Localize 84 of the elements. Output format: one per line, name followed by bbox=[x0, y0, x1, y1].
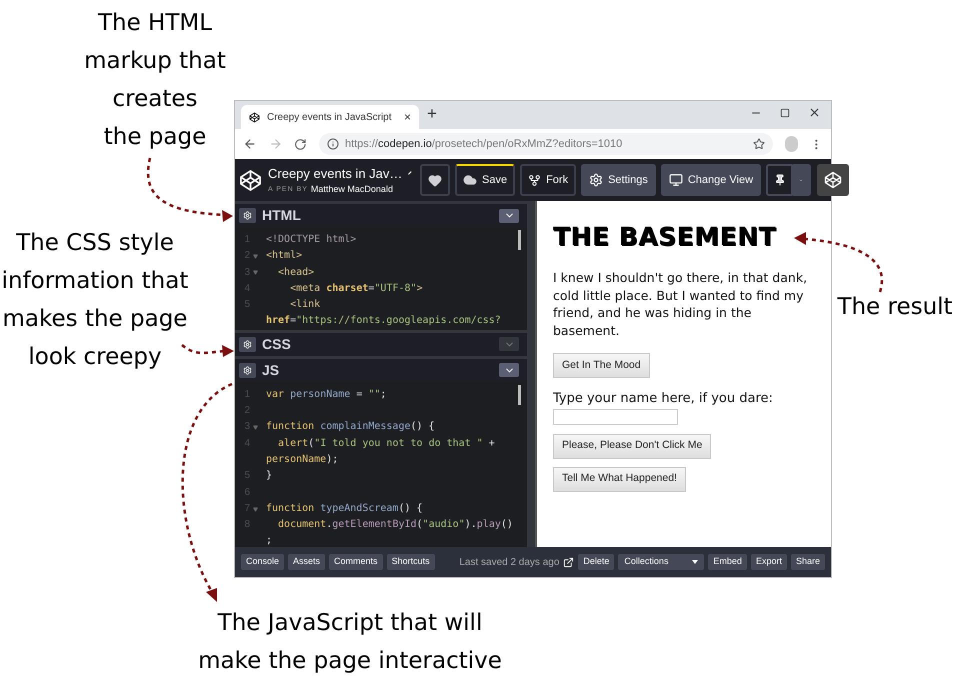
code-line: personName); bbox=[266, 452, 338, 467]
code-line: var personName = ""; bbox=[266, 388, 386, 402]
scrollbar[interactable] bbox=[518, 384, 521, 405]
code-line: document.getElementById("audio").play() bbox=[277, 518, 513, 532]
url-text: https://codepen.io/prosetech/pen/oRxMmZ?editors=1010 bbox=[344, 136, 622, 152]
code-line: } bbox=[266, 469, 272, 484]
pen-title[interactable]: Creepy events in Jav… bbox=[268, 164, 402, 183]
close-icon[interactable] bbox=[808, 106, 821, 119]
settings-icon bbox=[243, 366, 252, 375]
user-avatar[interactable] bbox=[817, 164, 850, 196]
codepen-logo-icon bbox=[249, 112, 260, 122]
page-button[interactable]: Tell Me What Happened! bbox=[553, 466, 686, 492]
close-tab-button[interactable]: × bbox=[404, 108, 411, 126]
settings-icon bbox=[589, 173, 604, 187]
footer-button[interactable]: Console bbox=[241, 554, 284, 570]
code-line: ; bbox=[266, 534, 272, 547]
annotation-text: The result bbox=[836, 293, 954, 322]
tab-title: Creepy events in JavaScript bbox=[267, 110, 392, 124]
cloud-icon bbox=[463, 173, 477, 187]
code-line: <meta charset="UTF-8"> bbox=[289, 282, 423, 296]
scrollbar[interactable] bbox=[518, 230, 521, 250]
annotation-text: The JavaScript that will make the page interactive bbox=[197, 609, 503, 676]
editor-title: HTML bbox=[262, 206, 301, 225]
address-bar[interactable]: https://codepen.io/prosetech/pen/oRxMmZ?editors=1010 bbox=[318, 133, 773, 155]
change-view-button[interactable]: Change View bbox=[660, 164, 762, 196]
fold-icon[interactable] bbox=[253, 425, 258, 430]
settings-button[interactable] bbox=[239, 336, 256, 352]
code-line: <head> bbox=[277, 266, 314, 280]
heart-button[interactable] bbox=[420, 164, 450, 196]
editor-title: JS bbox=[262, 360, 280, 380]
save-status: Last saved 2 days ago bbox=[459, 556, 560, 570]
author-link[interactable]: Matthew MacDonald bbox=[310, 183, 393, 196]
code-line: alert("I told you not to do that " + bbox=[277, 436, 495, 451]
collections-dropdown[interactable]: Collections bbox=[618, 554, 704, 570]
fold-icon[interactable] bbox=[253, 270, 258, 276]
codepen-logo-icon bbox=[824, 171, 842, 189]
name-input[interactable] bbox=[553, 408, 678, 424]
settings-icon bbox=[243, 340, 252, 349]
fork-button[interactable]: Fork bbox=[520, 164, 576, 196]
editor-title: CSS bbox=[262, 334, 291, 354]
maximize-icon[interactable] bbox=[780, 108, 790, 118]
page-button[interactable]: Please, Please Don't Click Me bbox=[553, 434, 712, 458]
dotted-arrow bbox=[181, 344, 234, 357]
settings-button[interactable]: Settings bbox=[581, 164, 656, 196]
code-line: function typeAndScream() { bbox=[266, 502, 423, 516]
collapse-button[interactable] bbox=[499, 208, 519, 222]
name-label: Type your name here, if you dare: bbox=[553, 390, 774, 408]
code-line: <html> bbox=[266, 249, 302, 264]
annotation-text: The CSS style information that makes the page look creepy bbox=[0, 229, 190, 372]
star-icon[interactable] bbox=[752, 138, 765, 150]
screen-icon bbox=[668, 173, 683, 187]
page-paragraph: I knew I shouldn't go there, in that dank, cold little place. But I wanted to find my friend, and he was hiding in the basement. bbox=[553, 269, 808, 339]
browser-tab[interactable]: Creepy events in JavaScript × bbox=[241, 105, 419, 129]
settings-button[interactable] bbox=[239, 208, 256, 223]
fold-icon[interactable] bbox=[253, 254, 258, 259]
annotation-text: The HTML markup that creates the page bbox=[83, 9, 227, 152]
footer-button[interactable]: Assets bbox=[288, 554, 326, 570]
code-line: <link bbox=[289, 298, 320, 312]
footer-button[interactable]: Embed bbox=[708, 554, 747, 570]
code-line: href="https://fonts.googleapis.com/css? bbox=[266, 314, 501, 328]
info-icon bbox=[326, 138, 339, 150]
reload-icon[interactable] bbox=[294, 138, 307, 150]
save-button[interactable]: Save bbox=[455, 164, 516, 196]
new-tab-button[interactable]: + bbox=[427, 100, 437, 126]
page-button[interactable]: Get In The Mood bbox=[553, 353, 650, 378]
footer-button[interactable]: Share bbox=[790, 554, 825, 570]
external-link-icon[interactable] bbox=[563, 556, 574, 568]
page-heading: THE BASEMENT bbox=[553, 221, 778, 253]
collapse-button[interactable] bbox=[499, 363, 519, 378]
code-line: function complainMessage() { bbox=[266, 420, 435, 434]
settings-icon bbox=[243, 211, 252, 220]
code-line: <!DOCTYPE html> bbox=[266, 233, 356, 247]
footer-button[interactable]: Export bbox=[750, 554, 787, 570]
footer-button[interactable]: Delete bbox=[578, 554, 614, 570]
fold-icon[interactable] bbox=[253, 506, 258, 512]
settings-button[interactable] bbox=[239, 362, 256, 378]
fork-icon bbox=[528, 174, 542, 186]
codepen-logo-icon bbox=[239, 168, 262, 192]
footer-button[interactable]: Shortcuts bbox=[386, 554, 435, 570]
pin-button[interactable] bbox=[766, 164, 794, 196]
footer-button[interactable]: Comments bbox=[329, 554, 383, 570]
pin-icon bbox=[774, 173, 786, 187]
heart-icon bbox=[428, 172, 442, 188]
back-icon[interactable] bbox=[243, 137, 257, 151]
